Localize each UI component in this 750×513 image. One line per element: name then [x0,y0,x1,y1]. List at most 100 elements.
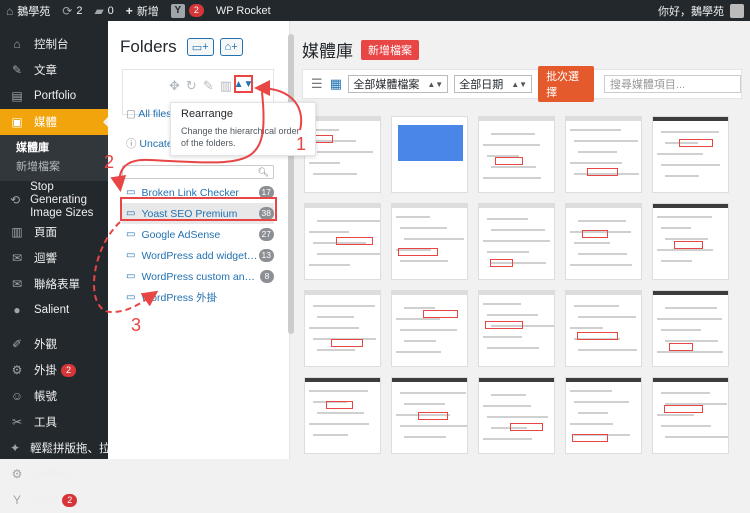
new-subfolder-button[interactable]: ⌂ + [219,38,243,56]
media-thumbnail[interactable] [652,377,729,454]
sidebar-item-pages[interactable]: ▥ 頁面 [0,219,108,245]
bulk-select-button[interactable]: 批次選擇 [538,66,594,102]
thumbnail-detail [483,144,540,146]
edit-icon[interactable]: ✎ [203,78,214,94]
media-thumbnail[interactable] [478,290,555,367]
all-files-row[interactable]: ▢ All files [126,108,172,120]
thumbnail-detail [309,423,369,425]
list-view-icon[interactable]: ☰ [311,77,324,91]
sidebar-item-contact-form[interactable]: ✉ 聯絡表單 [0,271,108,297]
date-filter[interactable]: 全部日期 ▲▼ [454,75,533,93]
sidebar-item-pin[interactable]: ✎ 文章 [0,57,108,83]
sidebar-item-portfolio[interactable]: ▤ Portfolio [0,83,108,109]
wp-rocket-label: WP Rocket [215,4,271,17]
media-thumbnail[interactable] [652,116,729,193]
sidebar-item-tools[interactable]: ✂ 工具 [0,409,108,435]
yoast-link[interactable]: Y 2 [165,0,210,21]
media-thumbnail[interactable] [304,290,381,367]
sidebar-item-plugins[interactable]: ⚙ 外掛 2 [0,357,108,383]
media-thumbnail[interactable] [391,116,468,193]
media-thumbnail[interactable] [391,377,468,454]
submenu-library[interactable]: 媒體庫 [0,139,108,158]
sidebar-item-appearance[interactable]: ✐ 外觀 [0,331,108,357]
thumbnail-detail [653,117,728,121]
folder-tree-icon: ⌂ [224,41,232,53]
media-type-filter[interactable]: 全部媒體檔案 ▲▼ [348,75,449,93]
folders-scrollbar[interactable] [288,34,294,334]
sidebar-item-label: 工具 [34,417,57,429]
folder-name: Yoast SEO Premium [141,207,238,220]
thumbnail-detail [487,251,529,253]
thumbnail-detail [578,316,636,318]
folder-item[interactable]: ▭ WordPress custom announc...8 [122,266,274,287]
media-thumbnail[interactable] [391,203,468,280]
sidebar-item-media[interactable]: ▣ 媒體 [0,109,108,135]
media-thumbnail[interactable] [565,203,642,280]
sidebar-item-settings[interactable]: ⚙ Settings [0,461,108,487]
sidebar-item-stop[interactable]: ⟲ Stop Generating Image Sizes [0,181,108,219]
media-thumbnail[interactable] [391,290,468,367]
rearrange-tooltip: Rearrange Change the hierarchical order … [170,102,316,156]
my-account[interactable]: 你好，鵝學苑 [658,3,750,19]
thumbnail-detail [487,347,539,349]
thumbnail-detail [305,378,380,382]
thumbnail-detail [487,314,538,316]
folder-name: WordPress 外掛 [141,292,218,304]
thumbnail-detail [400,329,457,331]
media-thumbnail[interactable] [478,203,555,280]
folder-search-input[interactable]: 🔍︎ [122,165,274,179]
media-thumbnail[interactable] [565,290,642,367]
comments-link[interactable]: ▰ 0 [88,0,119,21]
new-folder-button[interactable]: ▭ + [186,38,214,56]
folder-item[interactable]: ▭ WordPress 外掛 [122,287,274,308]
media-thumbnail[interactable] [652,203,729,280]
rearrange-button[interactable]: ▲▼ [234,75,253,93]
thumbnail-detail [570,327,603,329]
refresh-icon[interactable]: ↻ [186,78,197,94]
new-content-link[interactable]: + 新增 [120,0,165,21]
thumbnail-detail [336,237,373,245]
media-thumbnail[interactable] [478,377,555,454]
folder-item[interactable]: ▭ Broken Link Checker 17 [122,182,274,203]
media-search-input[interactable]: 搜尋媒體項目... [603,75,741,93]
thumbnail-detail [313,173,357,175]
thumbnail-detail [479,117,554,121]
move-icon[interactable]: ✥ [169,78,180,94]
sidebar-item-label: 迴響 [34,253,57,265]
thumbnail-detail [418,412,448,420]
thumbnail-detail [495,157,523,165]
thumbnail-detail [326,401,353,409]
thumbnail-detail [653,378,728,382]
thumbnail-detail [570,390,612,392]
wp-rocket-link[interactable]: WP Rocket [210,0,277,21]
media-thumbnail[interactable] [565,377,642,454]
thumbnail-detail [317,412,364,414]
folder-icon: ▭ [126,208,136,219]
sidebar-item-dashboard[interactable]: ⌂ 控制台 [0,31,108,57]
media-thumbnail[interactable] [478,116,555,193]
media-thumbnail[interactable] [304,377,381,454]
updates-link[interactable]: ⟳ 2 [56,0,88,21]
grid-view-icon[interactable]: ▦ [330,77,343,91]
trash-icon[interactable]: ▥ [220,78,232,94]
folder-item[interactable]: ▭ Yoast SEO Premium 38 [122,203,274,224]
thumbnail-detail [491,394,526,396]
thumbnail-detail [483,303,521,305]
media-thumbnail[interactable] [652,290,729,367]
sidebar-item-seo[interactable]: Y SEO 2 [0,487,108,513]
media-thumbnail[interactable] [565,116,642,193]
thumbnail-detail [479,204,554,208]
thumbnail-detail [679,139,713,147]
thumbnail-detail [661,131,719,133]
add-new-button[interactable]: 新增檔案 [361,39,419,60]
media-thumbnail[interactable] [304,203,381,280]
site-name-link[interactable]: ⌂ 鵝學苑 [0,0,56,21]
sidebar-item-drag-drop[interactable]: ✦ 輕鬆拼版拖、拉、酷！ [0,435,145,461]
sidebar-item-users[interactable]: ☺ 帳號 [0,383,108,409]
folder-item[interactable]: ▭ WordPress add widget bloo...13 [122,245,274,266]
thumbnail-detail [404,340,436,342]
folder-item[interactable]: ▭ Google AdSense 27 [122,224,274,245]
submenu-add-new[interactable]: 新增檔案 [0,158,108,177]
sidebar-item-salient[interactable]: ● Salient [0,297,108,323]
sidebar-item-comments[interactable]: ✉ 迴響 [0,245,108,271]
